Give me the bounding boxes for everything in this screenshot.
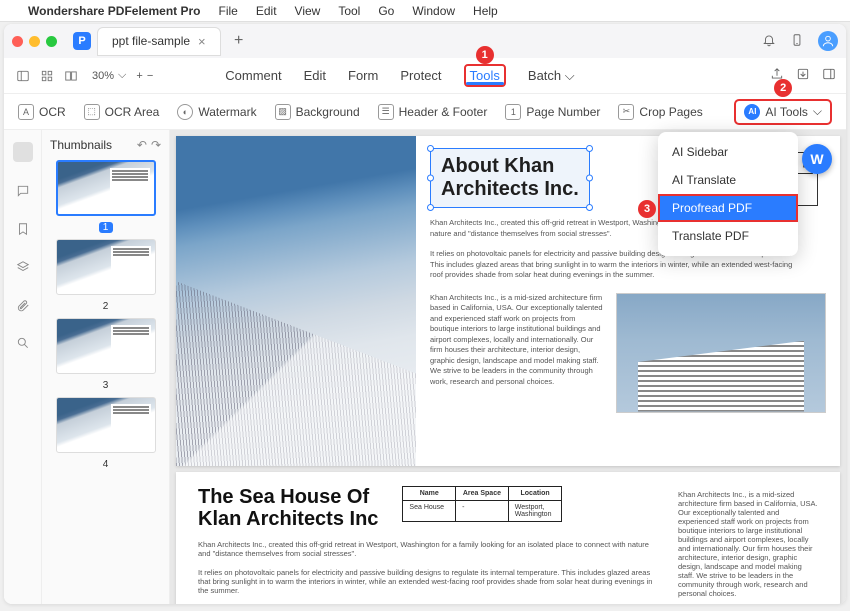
thumbnails-header: Thumbnails ↶ ↷ — [50, 138, 161, 152]
app-icon: P — [73, 32, 91, 50]
rail-layers-icon[interactable] — [14, 258, 32, 276]
document-tab[interactable]: ppt file-sample × — [97, 27, 221, 56]
tab-batch[interactable]: Batch ⌵ — [528, 60, 575, 92]
ai-icon: AI — [744, 104, 760, 120]
tool-ai-tools[interactable]: AI AI Tools ⌵ — [734, 99, 832, 125]
undo-icon[interactable]: ↶ — [137, 138, 147, 152]
thumbnails-panel: Thumbnails ↶ ↷ 1 2 3 4 — [42, 130, 170, 604]
page-2: The Sea House OfKlan Architects Inc Name… — [176, 472, 840, 604]
dropdown-translate-pdf[interactable]: Translate PDF — [658, 222, 798, 250]
window-controls[interactable] — [12, 36, 57, 47]
new-tab-button[interactable]: + — [227, 29, 251, 53]
paragraph-3: Khan Architects Inc., is a mid-sized arc… — [430, 293, 606, 413]
twopage-view-icon[interactable] — [62, 67, 80, 85]
paragraph-5: It relies on photovoltaic panels for ele… — [198, 568, 658, 595]
menu-window[interactable]: Window — [412, 4, 455, 18]
hero-image — [176, 136, 416, 466]
thumbnail-page-1[interactable] — [56, 160, 156, 216]
paragraph-6: Khan Architects Inc., is a mid-sized arc… — [678, 490, 818, 598]
thumbnail-label-2: 2 — [50, 301, 161, 312]
tool-crop-pages[interactable]: ✂Crop Pages — [618, 104, 702, 120]
menu-help[interactable]: Help — [473, 4, 498, 18]
ocr-area-icon: ⬚ — [84, 104, 100, 120]
ocr-icon: A — [18, 104, 34, 120]
rail-comments-icon[interactable] — [14, 182, 32, 200]
thumbnail-label-1: 1 — [99, 222, 113, 233]
tab-bar: P ppt file-sample × + — [4, 24, 846, 58]
mobile-icon[interactable] — [790, 33, 804, 50]
redo-icon[interactable]: ↷ — [151, 138, 161, 152]
main-toolbar: 30% ⌵ + − Comment Edit Form Protect 1 To… — [4, 58, 846, 94]
tool-page-number[interactable]: 1Page Number — [505, 104, 600, 120]
tool-ocr-area[interactable]: ⬚OCR Area — [84, 104, 160, 120]
header-footer-icon: ☰ — [378, 104, 394, 120]
fullscreen-window-icon[interactable] — [46, 36, 57, 47]
chevron-down-icon: ⌵ — [565, 68, 575, 83]
rail-thumbnails-icon[interactable] — [13, 142, 33, 162]
rail-search-icon[interactable] — [14, 334, 32, 352]
zoom-in-icon[interactable]: + — [136, 70, 142, 82]
panel-toggle-icon[interactable] — [14, 67, 32, 85]
page-number-icon: 1 — [505, 104, 521, 120]
user-avatar[interactable] — [818, 31, 838, 51]
tool-ocr[interactable]: AOCR — [18, 104, 66, 120]
background-icon: ▨ — [275, 104, 291, 120]
zoom-out-icon[interactable]: − — [147, 70, 153, 82]
watermark-icon: ◐ — [177, 104, 193, 120]
bell-icon[interactable] — [762, 33, 776, 50]
menu-view[interactable]: View — [295, 4, 321, 18]
info-table: Name Area Space Location Sea House - Wes… — [402, 486, 562, 522]
thumbnail-page-2[interactable] — [56, 239, 156, 295]
thumbnail-label-4: 4 — [50, 459, 161, 470]
zoom-dropdown-icon[interactable]: ⌵ — [118, 69, 126, 82]
tool-background[interactable]: ▨Background — [275, 104, 360, 120]
crop-icon: ✂ — [618, 104, 634, 120]
tool-watermark[interactable]: ◐Watermark — [177, 104, 256, 120]
menu-file[interactable]: File — [219, 4, 238, 18]
paragraph-4: Khan Architects Inc., created this off-g… — [198, 540, 658, 558]
tab-protect[interactable]: Protect — [400, 60, 441, 91]
minimize-window-icon[interactable] — [29, 36, 40, 47]
page2-heading: The Sea House OfKlan Architects Inc — [198, 486, 378, 530]
building-image — [616, 293, 826, 413]
close-window-icon[interactable] — [12, 36, 23, 47]
macos-menubar: Wondershare PDFelement Pro File Edit Vie… — [0, 0, 850, 22]
tool-header-footer[interactable]: ☰Header & Footer — [378, 104, 488, 120]
zoom-value: 30% — [92, 70, 114, 82]
dropdown-ai-sidebar[interactable]: AI Sidebar — [658, 138, 798, 166]
grid-view-icon[interactable] — [38, 67, 56, 85]
chevron-down-icon: ⌵ — [813, 104, 822, 119]
dropdown-proofread-pdf[interactable]: 3 Proofread PDF — [658, 194, 798, 222]
app-window: P ppt file-sample × + 30% ⌵ + − Comment … — [4, 24, 846, 604]
tab-title: ppt file-sample — [112, 34, 190, 48]
export-icon[interactable] — [796, 67, 810, 84]
callout-3: 3 — [638, 200, 656, 218]
thumbnail-page-4[interactable] — [56, 397, 156, 453]
menu-edit[interactable]: Edit — [256, 4, 277, 18]
rail-bookmarks-icon[interactable] — [14, 220, 32, 238]
selected-text-box[interactable]: About KhanArchitects Inc. — [430, 148, 590, 208]
word-float-button[interactable]: W — [802, 144, 832, 174]
tab-form[interactable]: Form — [348, 60, 378, 91]
properties-icon[interactable] — [822, 67, 836, 84]
rail-attachments-icon[interactable] — [14, 296, 32, 314]
ai-tools-dropdown: AI Sidebar AI Translate 3 Proofread PDF … — [658, 132, 798, 256]
close-tab-icon[interactable]: × — [198, 34, 206, 49]
tools-subtoolbar: AOCR ⬚OCR Area ◐Watermark ▨Background ☰H… — [4, 94, 846, 130]
thumbnail-label-3: 3 — [50, 380, 161, 391]
menu-go[interactable]: Go — [378, 4, 394, 18]
callout-1: 1 — [476, 46, 494, 64]
left-rail — [4, 130, 42, 604]
dropdown-ai-translate[interactable]: AI Translate — [658, 166, 798, 194]
zoom-control[interactable]: 30% ⌵ + − — [92, 69, 153, 82]
thumbnail-page-3[interactable] — [56, 318, 156, 374]
app-name[interactable]: Wondershare PDFelement Pro — [28, 4, 201, 18]
callout-2: 2 — [774, 79, 792, 97]
menu-tool[interactable]: Tool — [338, 4, 360, 18]
tab-edit[interactable]: Edit — [304, 60, 326, 91]
tab-tools[interactable]: Tools — [464, 64, 506, 87]
tab-comment[interactable]: Comment — [225, 60, 281, 91]
